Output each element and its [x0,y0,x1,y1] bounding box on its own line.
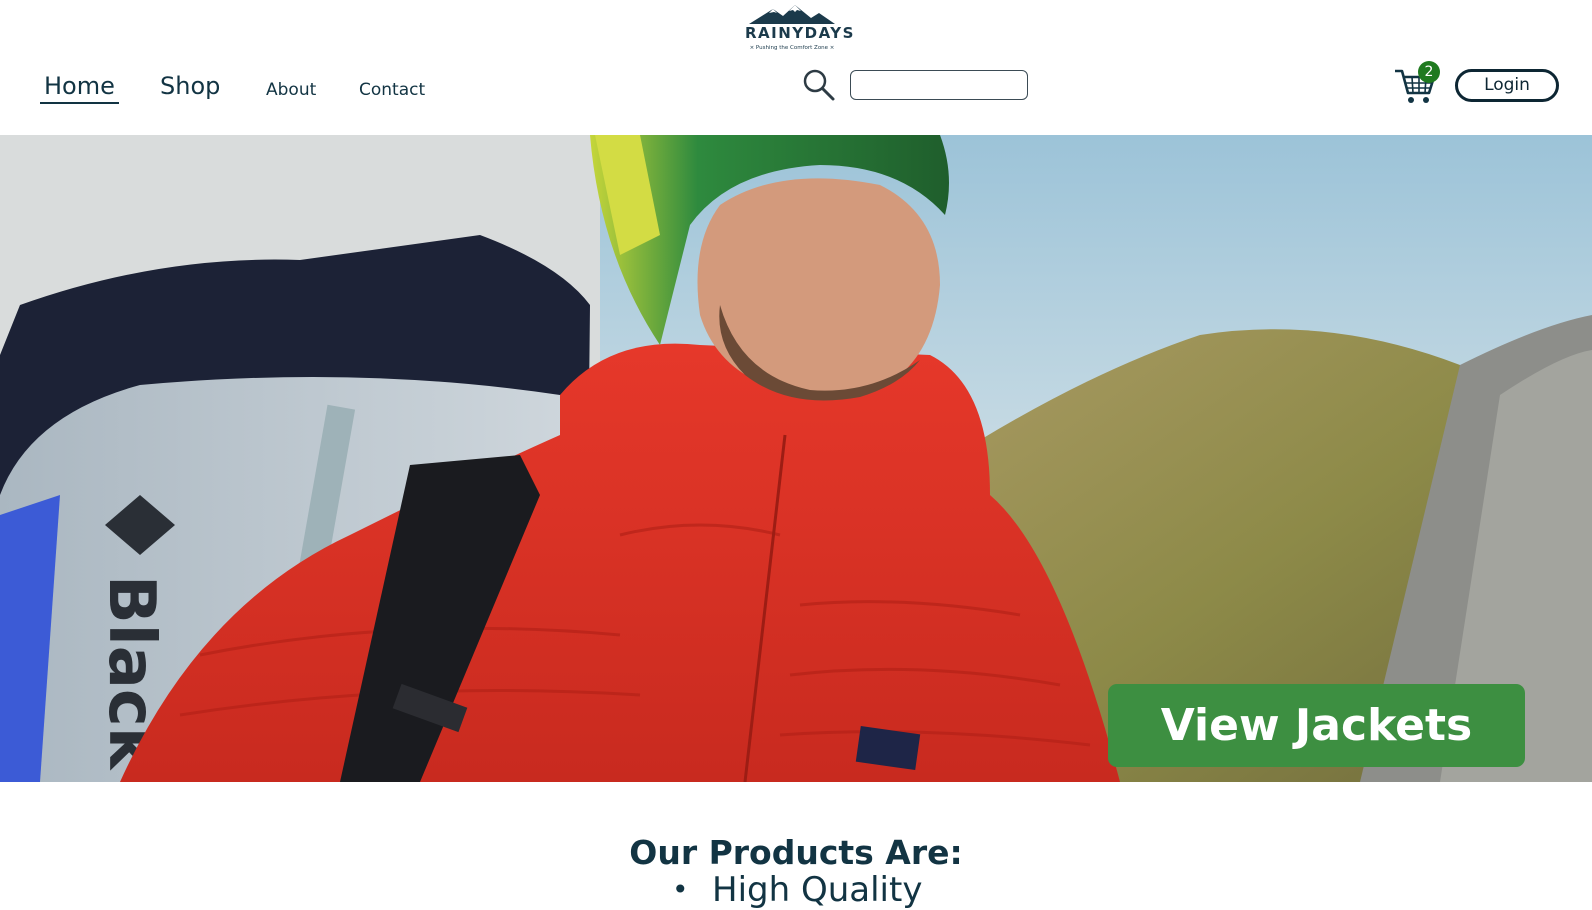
nav-home[interactable]: Home [40,72,119,104]
cart-count-badge: 2 [1418,61,1440,83]
brand-logo[interactable]: RAINYDAYS × Pushing the Comfort Zone × [745,4,855,56]
login-button[interactable]: Login [1455,69,1559,102]
list-item: High Quality [672,870,922,910]
site-header: RAINYDAYS × Pushing the Comfort Zone × H… [0,0,1592,135]
nav-contact[interactable]: Contact [359,80,425,100]
mountain-logo-icon [749,5,835,24]
products-heading: Our Products Are: [629,833,963,873]
brand-tagline: × Pushing the Comfort Zone × [749,45,835,51]
products-feature-list: High Quality [672,870,922,910]
nav-about[interactable]: About [266,80,316,100]
nav-shop[interactable]: Shop [160,72,220,100]
brand-name: RAINYDAYS [745,24,855,42]
search-input[interactable] [850,70,1028,100]
view-jackets-button[interactable]: View Jackets [1108,684,1525,767]
search-icon[interactable] [802,68,836,102]
hero-banner: Black View Jackets [0,135,1592,782]
